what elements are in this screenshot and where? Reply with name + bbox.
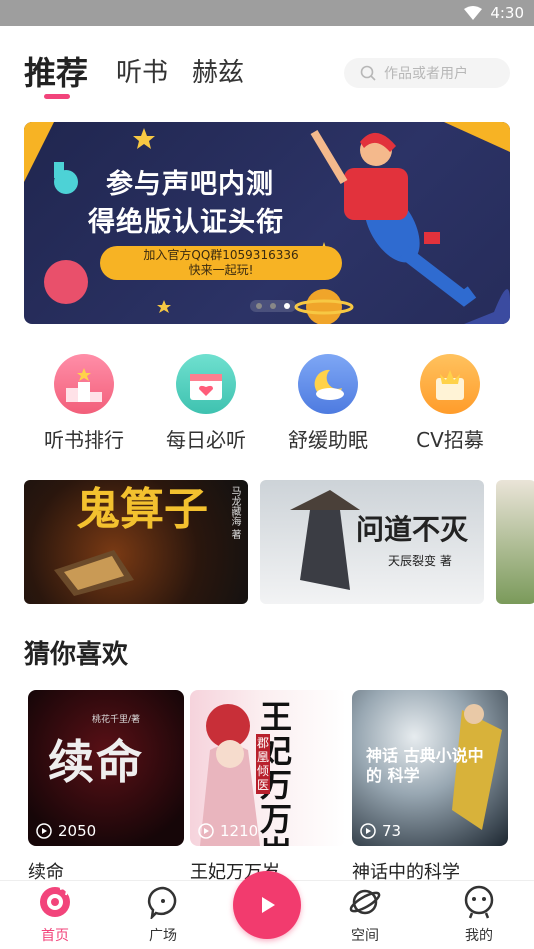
quick-links: 听书排行 每日必听 舒缓助眠 CV招募 [0, 354, 534, 454]
podium-icon [54, 354, 114, 414]
quick-link-label: 听书排行 [44, 428, 124, 452]
nav-label: 首页 [41, 928, 69, 944]
featured-cover-title: 问道不灭 [356, 513, 469, 546]
play-count: 73 [360, 822, 401, 840]
banner-pill-line1: 加入官方QQ群1059316336 [143, 248, 299, 262]
play-count-value: 1210 [220, 822, 259, 840]
banner-pager [250, 300, 296, 312]
status-time: 4:30 [490, 4, 524, 22]
nav-home[interactable]: 首页 [20, 885, 90, 945]
quick-link-sleep[interactable]: 舒缓助眠 [268, 354, 388, 453]
crown-icon [420, 354, 480, 414]
banner-pill-line2: 快来一起玩! [188, 263, 254, 277]
wifi-icon [464, 6, 483, 20]
card-cover-subtitle: 郡凰倾医 [256, 734, 270, 794]
tab-indicator [44, 94, 70, 99]
home-icon [40, 885, 70, 917]
featured-cover-partial[interactable] [496, 480, 534, 604]
promo-banner[interactable]: 参与声吧内测 得绝版认证头衔 加入官方QQ群1059316336 快来一起玩! [24, 122, 510, 324]
play-icon [262, 897, 275, 913]
moon-cloud-icon [298, 354, 358, 414]
search-input[interactable]: 作品或者用户 [344, 58, 510, 88]
tab-recommend[interactable]: 推荐 [24, 48, 88, 94]
calendar-heart-icon [176, 354, 236, 414]
nav-label: 我的 [465, 928, 493, 944]
bottom-nav: 首页 广场 空间 我的 [0, 871, 534, 949]
section-title: 猜你喜欢 [24, 640, 129, 670]
play-circle-icon [198, 823, 214, 839]
card-cover: 续命 桃花千里/著 2050 [28, 690, 184, 846]
nav-label: 广场 [149, 928, 177, 944]
pager-dot-active [284, 303, 290, 309]
profile-face-icon [464, 885, 494, 919]
play-count: 2050 [36, 822, 96, 840]
quick-link-label: 舒缓助眠 [288, 428, 368, 452]
search-placeholder: 作品或者用户 [384, 66, 468, 82]
play-count: 1210 [198, 822, 258, 840]
pager-dot [270, 303, 276, 309]
recommend-list: 续命 桃花千里/著 2050 续命 王妃万万岁 郡凰倾医 1210 王妃万万岁 [0, 690, 534, 883]
chat-bubble-icon [147, 886, 177, 921]
nav-square[interactable]: 广场 [128, 885, 198, 945]
pager-dot [256, 303, 262, 309]
recommend-card[interactable]: 神话 古典小说中的 科学 73 神话中的科学 [352, 690, 508, 884]
card-cover: 神话 古典小说中的 科学 73 [352, 690, 508, 846]
play-circle-icon [360, 823, 376, 839]
banner-title-line1: 参与声吧内测 [106, 169, 274, 200]
planet-icon [349, 889, 381, 915]
play-button[interactable] [233, 871, 301, 939]
nav-mine[interactable]: 我的 [444, 885, 514, 945]
quick-link-cv[interactable]: CV招募 [390, 354, 510, 453]
featured-cover[interactable]: 问道不灭 天辰裂变 著 [260, 480, 484, 604]
card-cover-title: 神话 古典小说中的 科学 [366, 746, 484, 785]
banner-title-line2: 得绝版认证头衔 [88, 207, 284, 238]
top-bar: 推荐 听书 赫兹 作品或者用户 [0, 44, 534, 104]
card-cover-author: 桃花千里/著 [92, 715, 141, 725]
featured-cover-author: 天辰裂变 著 [388, 554, 452, 568]
card-cover-title: 续命 [48, 735, 144, 789]
featured-cover[interactable]: 鬼算子 马龙藏海 著 [24, 480, 248, 604]
quick-link-daily[interactable]: 每日必听 [146, 354, 266, 453]
status-bar: 4:30 [0, 0, 534, 26]
featured-cover-author: 马龙藏海 著 [229, 486, 240, 540]
tab-hertz[interactable]: 赫兹 [192, 52, 244, 89]
quick-link-ranking[interactable]: 听书排行 [24, 354, 144, 453]
tab-audiobook[interactable]: 听书 [116, 52, 168, 89]
search-icon [360, 65, 376, 81]
featured-carousel: 鬼算子 马龙藏海 著 问道不灭 天辰裂变 著 [24, 480, 534, 604]
nav-label: 空间 [351, 928, 379, 944]
nav-space[interactable]: 空间 [330, 885, 400, 945]
recommend-card[interactable]: 王妃万万岁 郡凰倾医 1210 王妃万万岁 [190, 690, 346, 884]
quick-link-label: CV招募 [416, 428, 484, 452]
featured-cover-title: 鬼算子 [76, 484, 208, 535]
play-circle-icon [36, 823, 52, 839]
card-cover: 王妃万万岁 郡凰倾医 1210 [190, 690, 346, 846]
quick-link-label: 每日必听 [166, 428, 246, 452]
banner-pill: 加入官方QQ群1059316336 快来一起玩! [100, 246, 342, 280]
play-count-value: 2050 [58, 822, 97, 840]
recommend-card[interactable]: 续命 桃花千里/著 2050 续命 [28, 690, 184, 884]
play-count-value: 73 [382, 822, 402, 840]
